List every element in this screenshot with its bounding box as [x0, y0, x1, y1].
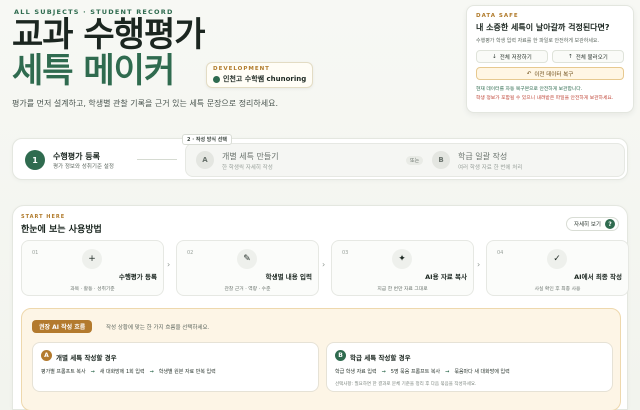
developer-name: 인천고 수학쌤 chunoring — [223, 75, 307, 83]
option-b-title[interactable]: 학급 일괄 작성 — [458, 151, 507, 162]
arrow-right-icon: › — [322, 260, 326, 269]
choice-method-label: 2 · 작성 방식 선택 — [182, 134, 232, 145]
usage-card-1: 01 + 수행평가 등록 과목 · 활동 · 성취기준 — [21, 240, 164, 296]
case-b-title: 학급 세특 작성할 경우 — [350, 354, 411, 362]
load-all-label: 전체 불러오기 — [575, 54, 608, 61]
plus-icon: + — [82, 249, 102, 269]
usage-card-subtitle: 과목 · 활동 · 성취기준 — [70, 287, 115, 292]
restore-label: 이전 데이터 복구 — [534, 71, 574, 78]
data-safe-note-green: 현재 데이터를 자동 복구본으로 안전하게 보관합니다. — [476, 87, 583, 92]
data-safe-heading: 내 소중한 세특이 날아갈까 걱정된다면? — [476, 23, 610, 32]
step-connector — [137, 159, 177, 160]
case-a-badge: A — [41, 350, 52, 361]
data-safe-button-row: ↓ 전체 저장하기 ↑ 전체 불러오기 — [476, 50, 624, 63]
usage-card-number: 01 — [32, 250, 39, 256]
arrow-right-icon: → — [445, 368, 450, 375]
case-b-note: 선택사항: 필요하면 한 결과로 문체 기준을 정리 후 다음 묶음을 작성하세… — [335, 382, 477, 387]
option-b-subtitle: 여러 학생 자료 한 번에 처리 — [458, 165, 523, 171]
process-card: 1 수행평가 등록 평가 정보와 성취기준 설정 A 개별 세특 만들기 한 학… — [12, 138, 628, 180]
usage-card-number: 02 — [187, 250, 194, 256]
data-safe-panel: DATA SAFE 내 소중한 세특이 날아갈까 걱정된다면? 수행평가 학생 … — [466, 5, 634, 113]
save-all-button[interactable]: ↓ 전체 저장하기 — [476, 50, 548, 63]
usage-card-subtitle: 관찰 근거 · 역량 · 수준 — [224, 287, 271, 292]
case-b-card: B 학급 세특 작성할 경우 학급 학생 자료 입력 → 5명 묶음 프롬프트 … — [326, 342, 613, 392]
case-b-steps: 학급 학생 자료 입력 → 5명 묶음 프롬프트 복사 → 묶음마다 새 대화방… — [335, 368, 510, 376]
developer-row: 인천고 수학쌤 chunoring — [213, 74, 306, 84]
usage-card-subtitle: 사실 확인 후 최종 사용 — [534, 287, 581, 292]
recommended-flow-pill: 권장 AI 작성 흐름 — [32, 320, 93, 333]
recommended-flow-panel: 권장 AI 작성 흐름 작성 상황에 맞는 한 가지 흐름을 선택하세요. A … — [21, 308, 621, 410]
developer-label: DEVELOPMENT — [213, 66, 270, 72]
case-a-step: 학생별 원본 자료 반복 입력 — [158, 369, 216, 375]
developer-badge: DEVELOPMENT 인천고 수학쌤 chunoring — [206, 62, 314, 88]
recommended-flow-description: 작성 상황에 맞는 한 가지 흐름을 선택하세요. — [106, 325, 210, 331]
case-b-step: 5명 묶음 프롬프트 복사 — [390, 369, 441, 375]
option-a-subtitle: 한 학생씩 자세히 작성 — [222, 165, 273, 171]
usage-card-subtitle: 지금 한 번만 자료 그대로 — [377, 287, 428, 292]
data-safe-tag: DATA SAFE — [476, 13, 519, 19]
usage-card-title: AI에서 최종 작성 — [574, 273, 622, 281]
download-icon: ↓ — [492, 53, 497, 60]
usage-card-title: 학생별 내용 입력 — [265, 273, 312, 281]
load-all-button[interactable]: ↑ 전체 불러오기 — [552, 50, 624, 63]
step1-subtitle: 평가 정보와 성취기준 설정 — [53, 164, 114, 170]
data-safe-description: 수행평가 학생 입력 자료를 한 파일로 안전하게 보관하세요. — [476, 38, 600, 44]
save-all-label: 전체 저장하기 — [499, 54, 532, 61]
restore-button[interactable]: ↶ 이전 데이터 복구 — [476, 67, 624, 80]
option-a-number: A — [196, 151, 214, 169]
detail-view-button[interactable]: 자세히 보기 ? — [565, 217, 619, 231]
usage-card-title: 수행평가 등록 — [118, 273, 157, 281]
usage-card-number: 04 — [497, 250, 504, 256]
case-b-step: 묶음마다 새 대화방에 입력 — [454, 369, 510, 375]
detail-view-label: 자세히 보기 — [573, 222, 601, 228]
option-b-number: B — [432, 151, 450, 169]
data-safe-note-red: 학생 정보가 포함될 수 있으니 내려받은 파일을 안전하게 보관하세요. — [476, 96, 614, 101]
arrow-right-icon: › — [477, 260, 481, 269]
case-a-title: 개별 세특 작성할 경우 — [56, 354, 117, 362]
sparkle-icon: ✦ — [392, 249, 412, 269]
page-subtitle: 평가를 먼저 설계하고, 학생별 관찰 기록을 근거 있는 세특 문장으로 정리… — [12, 99, 279, 108]
case-a-steps: 평가별 프롬프트 복사 → 새 대화방에 1회 입력 → 학생별 원본 자료 반… — [41, 368, 216, 376]
or-separator: 또는 — [406, 156, 424, 165]
pencil-icon: ✎ — [237, 249, 257, 269]
case-b-badge: B — [335, 350, 346, 361]
usage-card-4: 04 ✓ AI에서 최종 작성 사실 확인 후 최종 사용 — [486, 240, 629, 296]
arrow-right-icon: › — [167, 260, 171, 269]
step1-number: 1 — [25, 150, 45, 170]
check-icon: ✓ — [547, 249, 567, 269]
developer-dot-icon — [213, 75, 220, 83]
arrow-right-icon: → — [90, 368, 95, 375]
usage-card-number: 03 — [342, 250, 349, 256]
question-icon: ? — [605, 219, 615, 229]
restore-icon: ↶ — [526, 70, 532, 77]
usage-section: START HERE 한눈에 보는 사용방법 자세히 보기 ? 01 + 수행평… — [12, 205, 629, 410]
usage-card-title: AI용 자료 복사 — [425, 273, 467, 281]
option-a-title[interactable]: 개별 세특 만들기 — [222, 151, 279, 162]
choice-box: A 개별 세특 만들기 한 학생씩 자세히 작성 또는 B 학급 일괄 작성 여… — [185, 143, 625, 177]
case-a-step: 평가별 프롬프트 복사 — [41, 369, 86, 375]
arrow-right-icon: → — [381, 368, 386, 375]
case-b-step: 학급 학생 자료 입력 — [335, 369, 377, 375]
page-title-line1: 교과 수행평가 — [12, 15, 206, 55]
upload-icon: ↑ — [568, 53, 573, 60]
page-title-line2: 세특 메이커 — [12, 51, 175, 91]
usage-heading: 한눈에 보는 사용방법 — [21, 225, 102, 235]
arrow-right-icon: → — [149, 368, 154, 375]
usage-card-3: 03 ✦ AI용 자료 복사 지금 한 번만 자료 그대로 — [331, 240, 474, 296]
usage-card-2: 02 ✎ 학생별 내용 입력 관찰 근거 · 역량 · 수준 — [176, 240, 319, 296]
case-a-step: 새 대화방에 1회 입력 — [99, 369, 145, 375]
step1-title[interactable]: 수행평가 등록 — [53, 151, 100, 162]
case-a-card: A 개별 세특 작성할 경우 평가별 프롬프트 복사 → 새 대화방에 1회 입… — [32, 342, 319, 392]
usage-tag: START HERE — [21, 214, 66, 220]
